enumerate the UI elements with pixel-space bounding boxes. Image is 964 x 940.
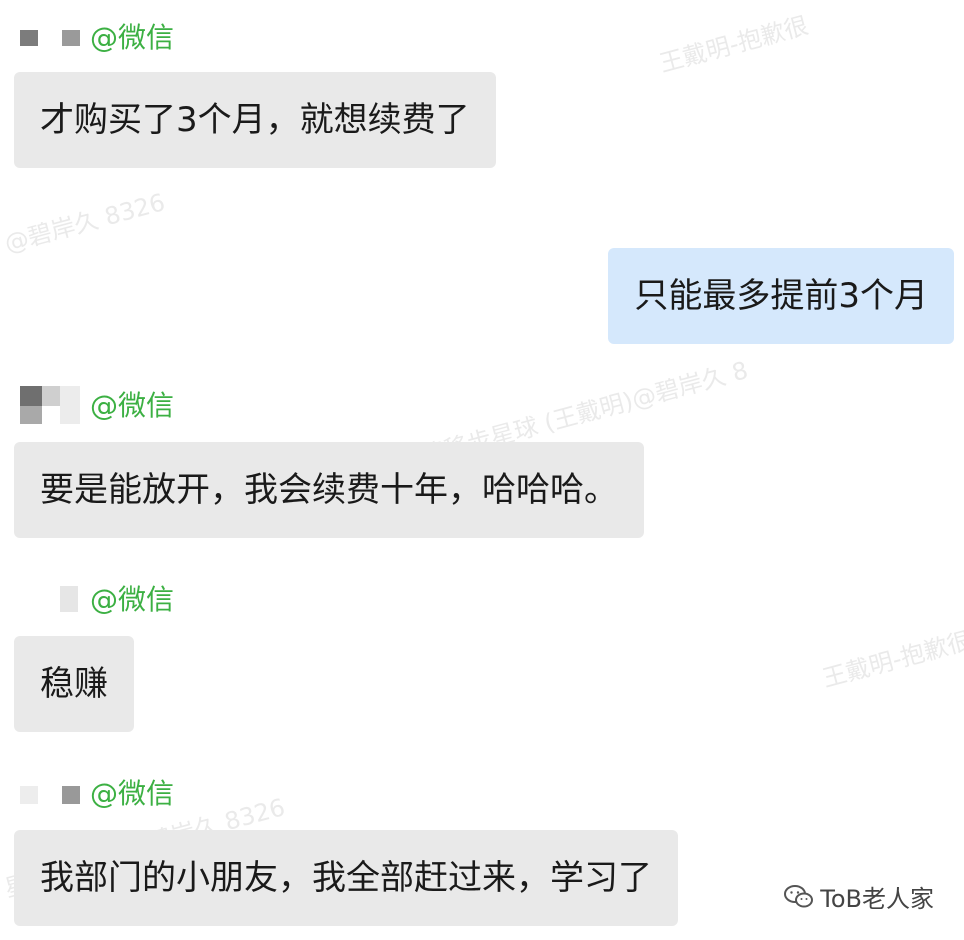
message-bubble[interactable]: 要是能放开，我会续费十年，哈哈哈。 (14, 442, 644, 538)
avatar[interactable] (18, 18, 88, 58)
message-bubble[interactable]: 稳赚 (14, 636, 134, 732)
avatar[interactable] (18, 774, 88, 814)
watermark: 王戴明-抱歉很 (656, 11, 812, 78)
sender-name: @微信 (90, 583, 175, 616)
avatar[interactable] (18, 386, 88, 426)
message-bubble-self[interactable]: 只能最多提前3个月 (608, 248, 954, 344)
message-sender: @微信 (18, 386, 174, 426)
sender-name: @微信 (90, 389, 175, 422)
message-sender: @微信 (18, 774, 174, 814)
message-sender: @微信 (18, 18, 174, 58)
brand-label: ToB老人家 (784, 879, 934, 914)
sender-name: @微信 (90, 777, 175, 810)
brand-text: ToB老人家 (820, 885, 934, 913)
avatar[interactable] (18, 580, 88, 620)
message-sender: @微信 (18, 580, 174, 620)
watermark: @碧岸久 8326 (1, 188, 168, 258)
message-bubble[interactable]: 我部门的小朋友，我全部赶过来，学习了 (14, 830, 678, 926)
message-bubble[interactable]: 才购买了3个月，就想续费了 (14, 72, 496, 168)
watermark: 王戴明-抱歉很 (819, 626, 964, 693)
wechat-icon (784, 884, 814, 907)
sender-name: @微信 (90, 21, 175, 54)
